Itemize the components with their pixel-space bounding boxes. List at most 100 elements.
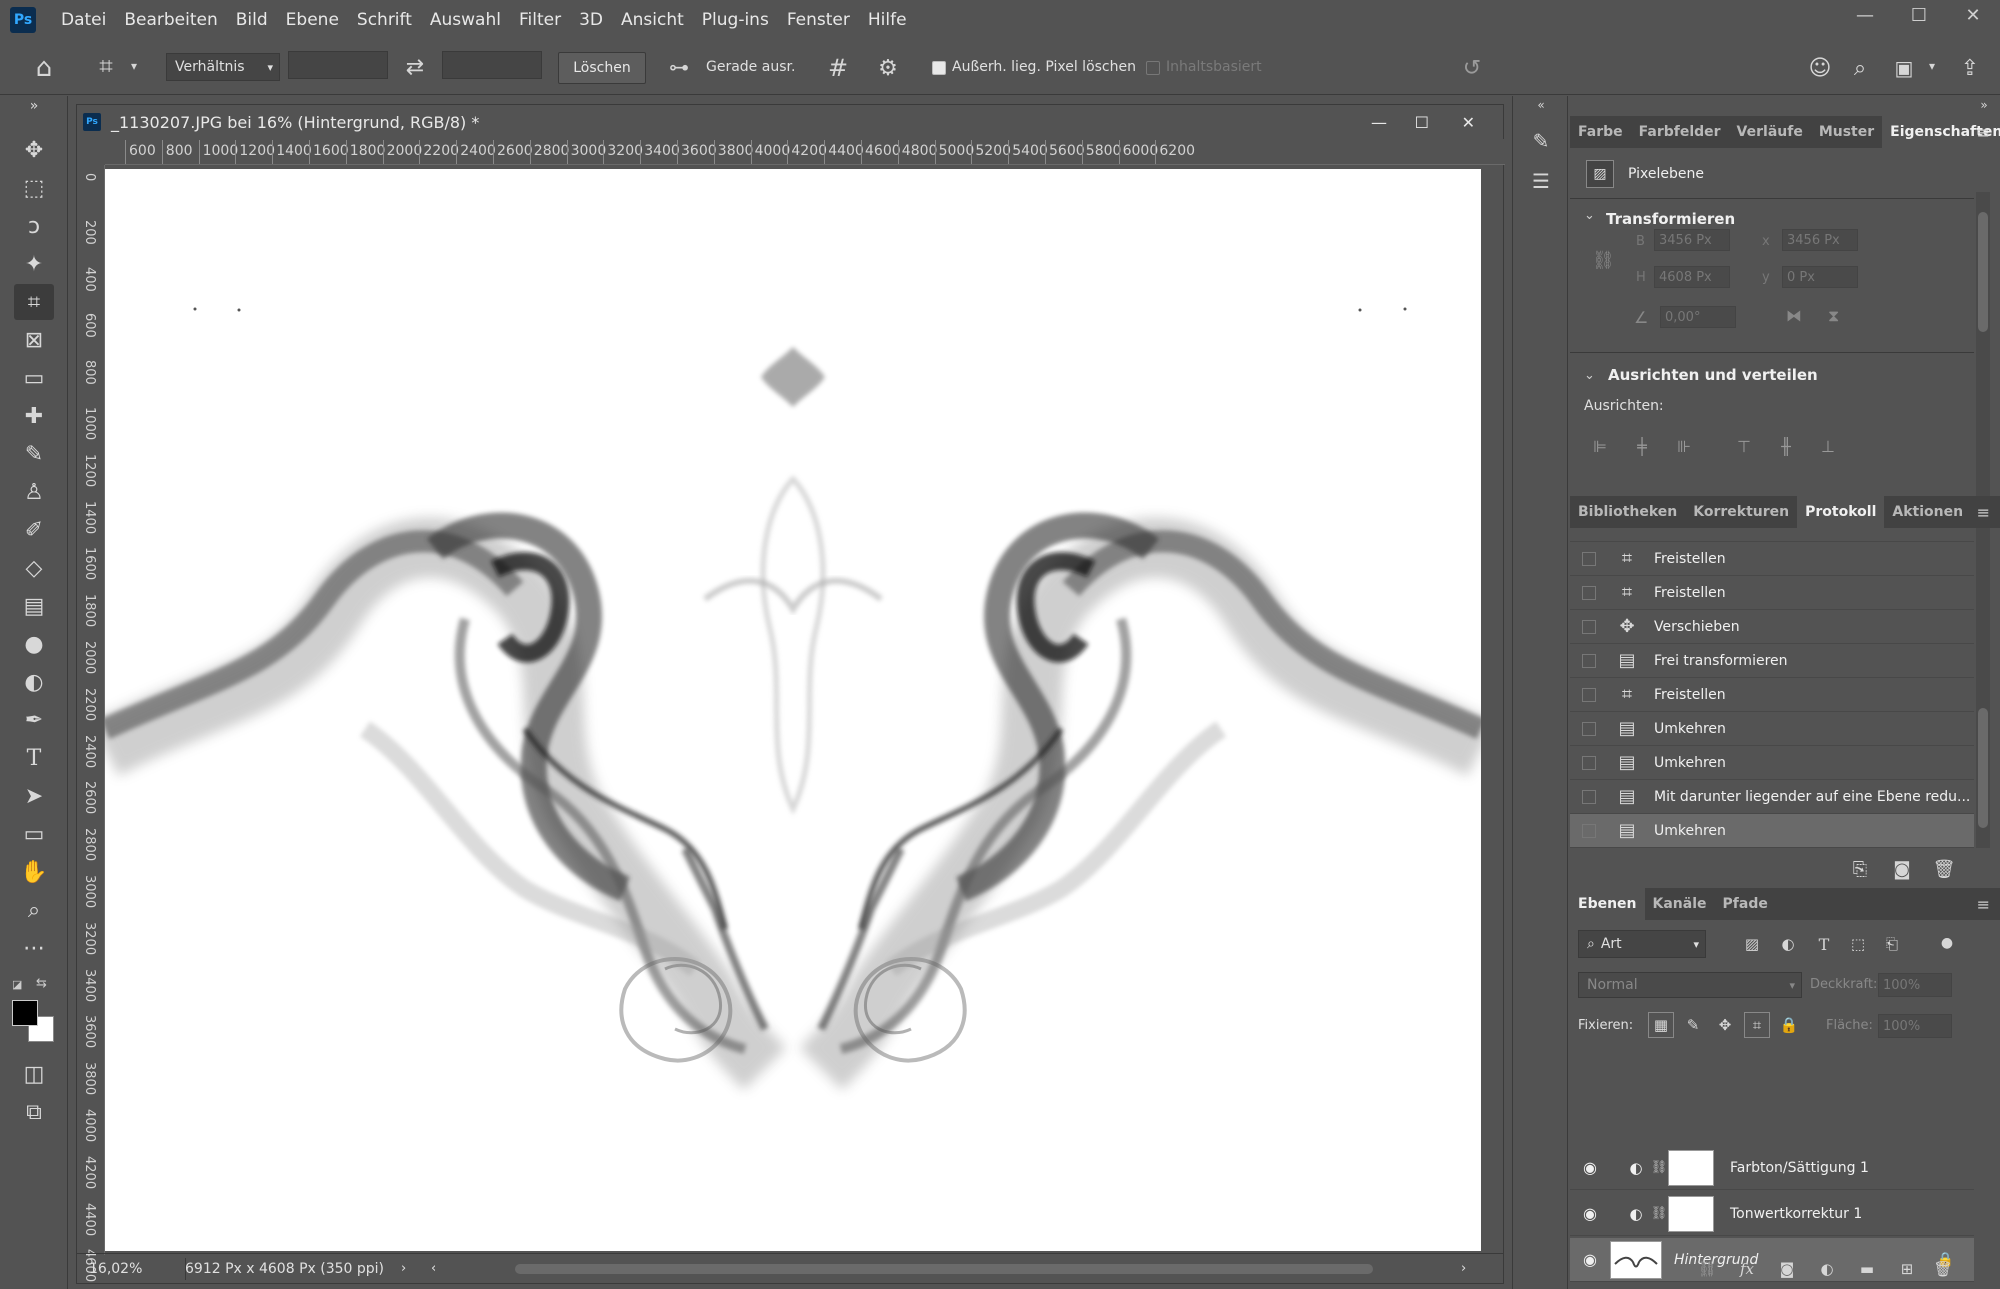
default-colors-icon[interactable]: ◪ [12,978,28,992]
filter-shape-icon[interactable]: ⬚ [1846,932,1870,956]
chevron-down-icon[interactable]: ▾ [1924,54,1940,78]
menu-bearbeiten[interactable]: Bearbeiten [115,10,226,30]
tab-ebenen[interactable]: Ebenen [1570,888,1645,920]
eraser-tool-icon[interactable]: ◇ [14,550,54,586]
panel-menu-icon[interactable]: ≡ [1977,503,1990,522]
new-layer-icon[interactable]: ⊞ [1894,1256,1920,1282]
straighten-icon[interactable]: ⊶ [664,52,694,82]
folder-icon[interactable]: ▬ [1854,1256,1880,1282]
swap-colors-icon[interactable]: ⇆ [36,976,52,992]
clear-button[interactable]: Löschen [558,52,646,84]
menu-bild[interactable]: Bild [227,10,277,30]
menu-3d[interactable]: 3D [570,10,612,30]
reset-icon[interactable]: ↺ [1456,52,1488,84]
expand-panels-icon[interactable]: » [1974,96,1994,114]
grid-overlay-icon[interactable]: # [822,52,854,84]
chevron-down-icon[interactable]: ⌄ [1584,368,1595,383]
maximize-icon[interactable]: ☐ [1892,0,1946,30]
tab-pfade[interactable]: Pfade [1715,888,1776,920]
history-snapshot-checkbox[interactable] [1582,585,1596,600]
layer-mask-thumbnail[interactable] [1668,1149,1714,1186]
history-item[interactable]: ⌗ Freistellen [1570,678,1974,712]
fx-icon[interactable]: fx [1734,1256,1760,1282]
align-top-icon[interactable]: ⊤ [1732,434,1756,458]
screen-mode-icon[interactable]: ⧉ [14,1094,54,1130]
brush-settings-icon[interactable]: ✎ [1523,124,1559,158]
magic-wand-tool-icon[interactable]: ✦ [14,246,54,282]
history-snapshot-checkbox[interactable] [1582,619,1596,634]
link-layers-icon[interactable]: ⛓ [1694,1256,1720,1282]
horizontal-scrollbar-thumb[interactable] [515,1264,1373,1274]
history-snapshot-checkbox[interactable] [1582,823,1596,838]
user-icon[interactable]: ☺ [1804,52,1836,84]
layer-mask-thumbnail[interactable] [1668,1195,1714,1232]
content-aware-checkbox[interactable] [1146,61,1160,75]
ratio-height-input[interactable] [442,51,542,79]
add-mask-icon[interactable]: ◙ [1774,1256,1800,1282]
image-canvas[interactable] [105,169,1481,1251]
ruler-origin[interactable] [77,139,105,165]
lock-transparent-icon[interactable]: ▦ [1648,1012,1674,1038]
align-bottom-icon[interactable]: ⊥ [1816,434,1840,458]
filter-pixel-icon[interactable]: ▨ [1740,932,1764,956]
layer-row[interactable]: ◉ ◐ ⛓ Tonwertkorrektur 1 [1570,1192,1974,1236]
lock-position-icon[interactable]: ✥ [1712,1012,1738,1038]
home-icon[interactable]: ⌂ [26,52,62,84]
align-right-icon[interactable]: ⊪ [1672,434,1696,458]
zoom-level[interactable]: 16,02% [89,1261,142,1277]
gear-icon[interactable]: ⚙ [872,52,904,84]
close-icon[interactable]: ✕ [1462,113,1475,132]
filter-toggle-icon[interactable]: ● [1936,928,1958,958]
layer-row[interactable]: ◉ ◐ ⛓ Farbton/Sättigung 1 [1570,1146,1974,1190]
type-tool-icon[interactable]: T [14,740,54,776]
link-icon[interactable]: ⛓ [1650,1160,1668,1175]
tab-kanaele[interactable]: Kanäle [1645,888,1715,920]
width-input[interactable]: 3456 Px [1654,229,1730,251]
minimize-icon[interactable]: — [1371,113,1387,132]
foreground-color-swatch[interactable] [12,1000,38,1026]
height-input[interactable]: 4608 Px [1654,266,1730,288]
history-item[interactable]: ▤ Mit darunter liegender auf eine Ebene r… [1570,780,1974,814]
tab-farbfelder[interactable]: Farbfelder [1631,116,1729,148]
ratio-width-input[interactable] [288,51,388,79]
history-snapshot-checkbox[interactable] [1582,687,1596,702]
lasso-tool-icon[interactable]: ↄ [14,208,54,244]
menu-fenster[interactable]: Fenster [778,10,859,30]
chevron-down-icon[interactable]: ▾ [126,54,142,78]
lock-pixels-icon[interactable]: ✎ [1680,1012,1706,1038]
transform-section-title[interactable]: Transformieren [1606,210,1735,228]
history-item[interactable]: ▤ Frei transformieren [1570,644,1974,678]
lock-artboard-icon[interactable]: ⌗ [1744,1012,1770,1038]
dodge-tool-icon[interactable]: ◐ [14,664,54,700]
menu-plugins[interactable]: Plug-ins [693,10,778,30]
flip-vertical-icon[interactable]: ⧗ [1828,306,1839,326]
hand-tool-icon[interactable]: ✋ [14,854,54,890]
x-input[interactable]: 3456 Px [1782,229,1858,251]
trash-icon[interactable]: 🗑 [1930,1256,1956,1282]
zoom-tool-icon[interactable]: ⌕ [14,892,54,928]
rectangle-tool-icon[interactable]: ▭ [14,816,54,852]
stamp-tool-icon[interactable]: ♙ [14,474,54,510]
ratio-select[interactable]: Verhältnis ▾ [166,53,280,81]
fill-input[interactable]: 100% [1878,1014,1952,1038]
search-icon[interactable]: ⌕ [1844,52,1876,84]
menu-datei[interactable]: Datei [52,10,115,30]
tab-protokoll[interactable]: Protokoll [1797,496,1885,528]
share-icon[interactable]: ⇪ [1954,52,1986,84]
tab-korrekturen[interactable]: Korrekturen [1685,496,1797,528]
filter-adjustment-icon[interactable]: ◐ [1776,932,1800,956]
tab-muster[interactable]: Muster [1811,116,1882,148]
collapse-dock-icon[interactable]: « [1531,96,1551,114]
history-item[interactable]: ✥ Verschieben [1570,610,1974,644]
tab-aktionen[interactable]: Aktionen [1884,496,1971,528]
trash-icon[interactable]: 🗑 [1930,856,1958,882]
menu-ebene[interactable]: Ebene [277,10,348,30]
chevron-down-icon[interactable]: ⌄ [1584,208,1595,223]
delete-cropped-checkbox[interactable] [932,61,946,75]
panel-menu-icon[interactable]: ≡ [1977,123,1990,142]
move-tool-icon[interactable]: ✥ [14,132,54,168]
new-document-from-state-icon[interactable]: ⎘ [1846,856,1874,882]
marquee-tool-icon[interactable]: ⬚ [14,170,54,206]
tab-farbe[interactable]: Farbe [1570,116,1631,148]
more-tools-icon[interactable]: ⋯ [14,930,54,966]
